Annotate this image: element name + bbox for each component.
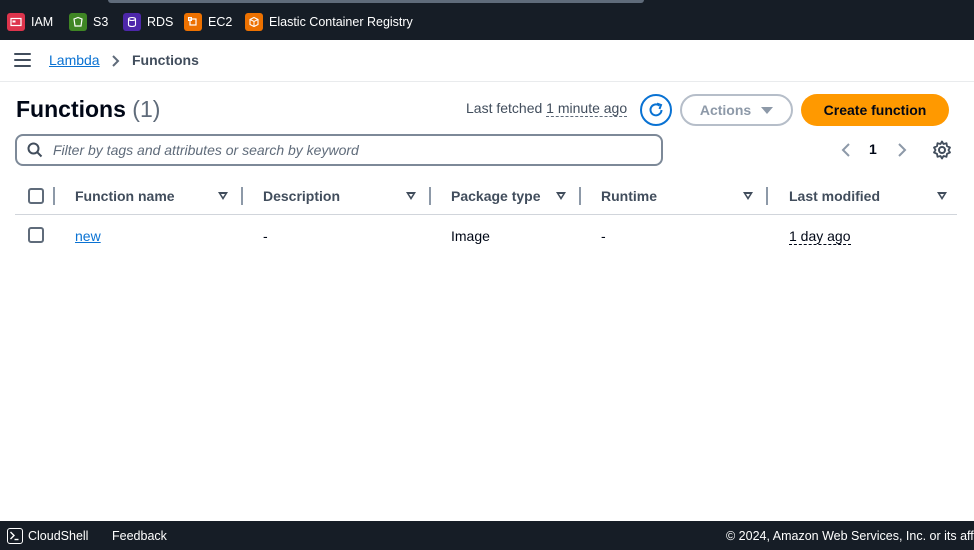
console-footer: CloudShell Feedback © 2024, Amazon Web S… xyxy=(0,521,974,550)
last-fetched-label: Last fetched xyxy=(466,100,543,116)
top-scrollbar-thumb[interactable] xyxy=(108,0,644,3)
function-name-link[interactable]: new xyxy=(75,228,101,244)
refresh-button[interactable] xyxy=(640,94,672,126)
gear-icon[interactable] xyxy=(932,140,952,160)
page-title: Functions (1) xyxy=(16,96,160,123)
hamburger-menu-icon[interactable] xyxy=(14,53,31,69)
function-description: - xyxy=(263,228,268,244)
cloudshell-button[interactable]: CloudShell xyxy=(28,529,88,543)
table-header: Function name Description Package type R… xyxy=(15,180,957,215)
service-shortcut-label: Elastic Container Registry xyxy=(269,15,413,29)
ecr-icon xyxy=(245,13,263,31)
sort-icon[interactable] xyxy=(937,192,947,200)
rds-icon xyxy=(123,13,141,31)
service-shortcut-label: RDS xyxy=(147,15,174,29)
column-divider[interactable] xyxy=(429,187,431,205)
current-page-number[interactable]: 1 xyxy=(869,141,877,157)
service-shortcut-label: IAM xyxy=(31,15,54,29)
column-divider[interactable] xyxy=(766,187,768,205)
column-divider[interactable] xyxy=(579,187,581,205)
service-shortcut-label: EC2 xyxy=(208,15,233,29)
column-header-runtime[interactable]: Runtime xyxy=(601,188,657,204)
function-count: (1) xyxy=(132,96,161,122)
row-select-checkbox[interactable] xyxy=(28,227,44,243)
column-divider xyxy=(53,187,55,205)
column-divider[interactable] xyxy=(241,187,243,205)
sort-icon[interactable] xyxy=(743,192,753,200)
column-header-last-modified[interactable]: Last modified xyxy=(789,188,880,204)
next-page-icon[interactable] xyxy=(896,142,908,158)
column-header-description[interactable]: Description xyxy=(263,188,340,204)
sort-icon[interactable] xyxy=(218,192,228,200)
actions-dropdown-button[interactable]: Actions xyxy=(680,94,793,126)
column-header-package-type[interactable]: Package type xyxy=(451,188,541,204)
sort-icon[interactable] xyxy=(406,192,416,200)
sort-icon[interactable] xyxy=(556,192,566,200)
breadcrumb-bar: Lambda Functions xyxy=(0,40,974,82)
service-shortcut-ec2[interactable]: EC2 xyxy=(184,12,232,32)
actions-label: Actions xyxy=(699,102,752,118)
function-last-modified: 1 day ago xyxy=(789,228,851,245)
service-shortcut-ecr[interactable]: Elastic Container Registry xyxy=(245,12,413,32)
service-shortcut-s3[interactable]: S3 xyxy=(69,12,108,32)
ec2-icon xyxy=(184,13,202,31)
service-shortcut-bar: IAM S3 RDS EC2 Elastic Container Registr… xyxy=(0,0,974,40)
service-shortcut-label: S3 xyxy=(93,15,109,29)
function-package-type: Image xyxy=(451,228,490,244)
last-fetched-value: 1 minute ago xyxy=(546,100,628,117)
feedback-button[interactable]: Feedback xyxy=(112,529,167,543)
create-function-button[interactable]: Create function xyxy=(801,94,949,126)
column-header-function-name[interactable]: Function name xyxy=(75,188,175,204)
function-runtime: - xyxy=(601,228,606,244)
search-box xyxy=(15,134,663,166)
caret-down-icon xyxy=(761,106,774,114)
search-icon xyxy=(27,142,43,158)
last-fetched-info: Last fetched 1 minute ago xyxy=(466,100,628,117)
table-row: new - Image - 1 day ago xyxy=(15,216,957,254)
cloudshell-icon[interactable] xyxy=(7,528,23,544)
page-title-text: Functions xyxy=(16,96,126,122)
copyright-text: © 2024, Amazon Web Services, Inc. or its… xyxy=(726,529,974,543)
breadcrumb-current: Functions xyxy=(132,52,199,68)
service-shortcut-rds[interactable]: RDS xyxy=(123,12,173,32)
refresh-icon xyxy=(649,102,663,117)
iam-icon xyxy=(7,13,25,31)
chevron-right-icon xyxy=(112,55,120,67)
search-input[interactable] xyxy=(53,142,633,158)
previous-page-icon[interactable] xyxy=(840,142,852,158)
service-shortcut-iam[interactable]: IAM xyxy=(7,12,53,32)
select-all-checkbox[interactable] xyxy=(28,188,44,204)
s3-icon xyxy=(69,13,87,31)
breadcrumb-lambda-link[interactable]: Lambda xyxy=(49,52,100,68)
